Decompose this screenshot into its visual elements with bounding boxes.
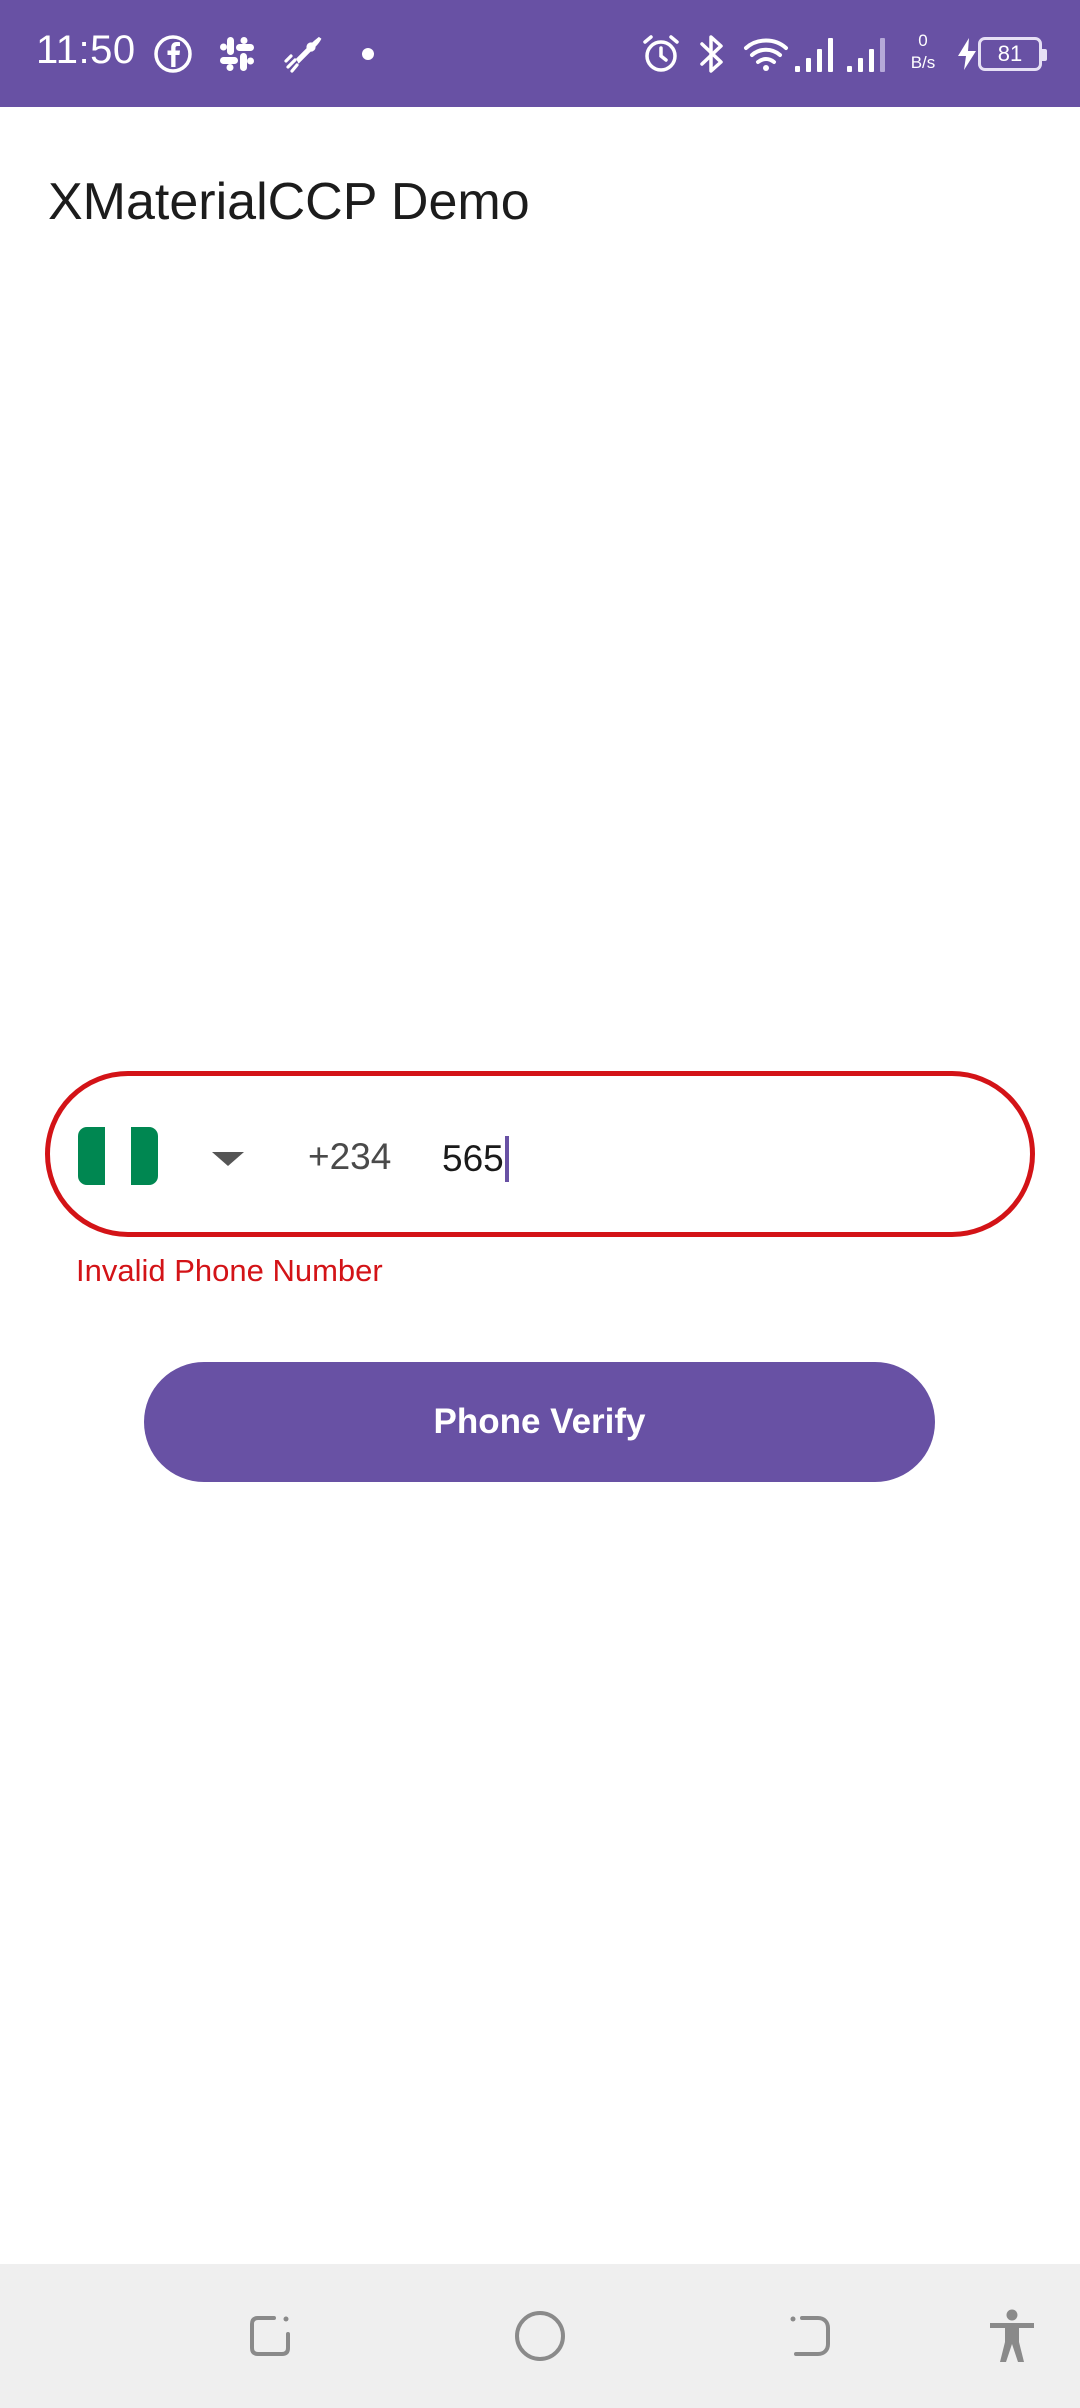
country-dropdown-icon[interactable] [212,1152,244,1166]
wifi-icon [740,31,792,77]
facebook-icon [150,31,196,77]
navigation-bar [0,2264,1080,2408]
network-speed-value: 0 [918,31,928,50]
page-title: XMaterialCCP Demo [48,173,530,231]
slack-icon [214,31,260,77]
bluetooth-icon [692,31,732,77]
rocket-icon [280,31,326,77]
accessibility-icon[interactable] [982,2306,1042,2366]
battery-icon: 81 [978,37,1047,71]
text-cursor [504,1136,509,1182]
network-speed-unit: B/s [910,53,936,72]
status-bar: 11:50 0 B/s 81 [0,0,1080,107]
alarm-icon [638,31,684,77]
back-icon[interactable] [780,2306,840,2366]
charging-icon [954,31,980,77]
signal-icon [792,31,840,77]
flag-stripe-right [131,1127,158,1185]
signal-icon [844,31,892,77]
recents-icon[interactable] [240,2306,300,2366]
error-message: Invalid Phone Number [76,1253,383,1288]
battery-level: 81 [997,41,1023,66]
phone-number-value: 565 [442,1138,504,1179]
network-speed: 0 B/s [903,30,943,74]
phone-verify-button[interactable]: Phone Verify [144,1362,935,1482]
nigeria-flag-icon[interactable] [78,1127,158,1185]
phone-number-field[interactable]: +234 565 [45,1071,1035,1237]
country-code[interactable]: +234 [308,1136,391,1178]
dot-icon [356,31,380,77]
flag-stripe-left [78,1127,105,1185]
home-icon[interactable] [510,2306,570,2366]
flag-stripe-middle [104,1127,132,1185]
status-time: 11:50 [36,28,136,72]
phone-number-input[interactable]: 565 [442,1136,509,1182]
